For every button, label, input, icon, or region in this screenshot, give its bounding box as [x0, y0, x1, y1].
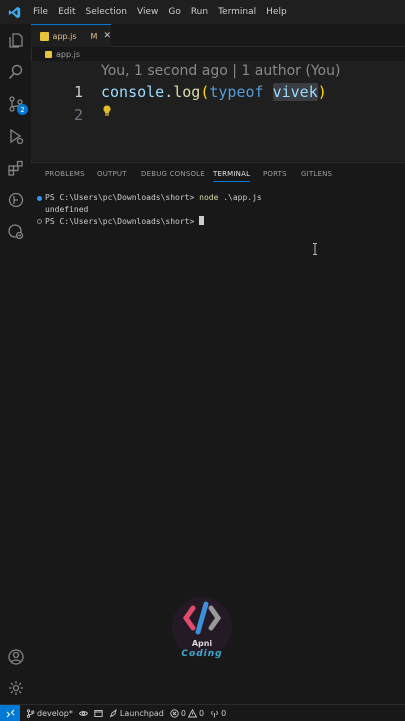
warning-count: 0 [198, 708, 205, 718]
error-count: 0 [180, 708, 186, 718]
launchpad-status[interactable]: Launchpad [109, 708, 164, 718]
terminal-cursor [199, 216, 205, 225]
launchpad-label: Launchpad [119, 708, 164, 718]
watermark-line2: Coding [181, 649, 222, 659]
ports-count: 0 [221, 708, 227, 718]
window-icon [94, 709, 103, 717]
radio-tower-icon [211, 710, 218, 717]
tab-label: app.js [52, 31, 77, 41]
code-token: ) [317, 83, 327, 101]
branch-status[interactable]: develop* [26, 709, 73, 718]
search-icon[interactable] [5, 61, 26, 82]
rocket-icon [109, 708, 117, 717]
tab-debug-console[interactable]: DEBUG CONSOLE [141, 170, 205, 178]
code-editor[interactable]: You, 1 second ago | 1 author (You) 1 2 c… [31, 61, 405, 161]
menu-selection[interactable]: Selection [81, 0, 132, 24]
code-token: log [173, 83, 201, 101]
tab-app-js[interactable]: app.js M ✕ [31, 24, 111, 47]
title-bar: File Edit Selection View Go Run Terminal… [0, 0, 405, 25]
terminal-line: PS C:\Users\pc\Downloads\short> node .\a… [45, 193, 262, 202]
menu-help[interactable]: Help [261, 0, 292, 24]
remote-indicator[interactable] [0, 705, 20, 721]
layout-status[interactable] [94, 709, 103, 718]
menu-edit[interactable]: Edit [53, 0, 80, 24]
menu-bar: File Edit Selection View Go Run Terminal… [28, 0, 292, 24]
tab-ports[interactable]: PORTS [263, 170, 287, 178]
vscode-logo-icon [0, 0, 28, 24]
apni-coding-watermark: Apni Coding [164, 596, 240, 666]
terminal-line: PS C:\Users\pc\Downloads\short> [45, 216, 205, 226]
lightbulb-icon[interactable] [102, 105, 112, 117]
sync-status[interactable] [78, 709, 88, 718]
close-icon[interactable]: ✕ [103, 31, 111, 41]
editor-tab-bar: app.js M ✕ [31, 24, 405, 47]
scm-badge: 2 [17, 104, 28, 115]
menu-go[interactable]: Go [163, 0, 185, 24]
mouse-ibeam-cursor-icon [313, 243, 317, 255]
remote-icon [6, 709, 14, 717]
command-success-dot [37, 196, 42, 201]
javascript-file-icon [45, 50, 52, 58]
terminal-prompt: PS C:\Users\pc\Downloads\short> [45, 193, 200, 202]
account-icon[interactable] [5, 646, 26, 667]
git-branch-icon [26, 708, 35, 718]
line-number: 1 [73, 83, 83, 101]
panel-tabs: PROBLEMS OUTPUT DEBUG CONSOLE TERMINAL P… [31, 170, 405, 186]
apni-coding-logo-icon: Apni Coding [172, 597, 232, 659]
breadcrumb: app.js [31, 47, 405, 61]
git-blame-annotation: You, 1 second ago | 1 author (You) [101, 63, 341, 79]
status-bar: develop* Launchpad 0 0 0 [0, 704, 405, 721]
line-number: 2 [73, 106, 83, 124]
menu-terminal[interactable]: Terminal [213, 0, 261, 24]
warning-icon [187, 708, 197, 717]
run-debug-icon[interactable] [5, 125, 26, 146]
code-token: console [101, 83, 165, 101]
tab-gitlens[interactable]: GITLENS [301, 170, 332, 178]
extensions-icon[interactable] [5, 157, 26, 178]
gitlens-icon[interactable] [5, 189, 26, 210]
terminal-prompt: PS C:\Users\pc\Downloads\short> [45, 217, 200, 226]
code-token-highlighted: vivek [272, 83, 318, 101]
tab-terminal[interactable]: TERMINAL [213, 170, 251, 182]
breadcrumb-file[interactable]: app.js [56, 50, 80, 59]
settings-gear-icon[interactable] [5, 677, 26, 698]
terminal-command: node [199, 193, 219, 202]
error-icon [170, 708, 179, 718]
tab-output[interactable]: OUTPUT [97, 170, 127, 178]
menu-run[interactable]: Run [186, 0, 213, 24]
menu-view[interactable]: View [132, 0, 163, 24]
remote-explorer-icon[interactable] [5, 221, 26, 242]
problems-status[interactable]: 0 0 [170, 708, 205, 718]
branch-name: develop* [37, 708, 73, 718]
code-token: typeof [209, 83, 264, 101]
code-token: . [164, 83, 174, 101]
modified-indicator: M [90, 31, 98, 41]
terminal-output-line: undefined [45, 205, 89, 214]
source-control-icon[interactable]: 2 [5, 93, 28, 115]
activity-bar: 2 [0, 24, 32, 704]
javascript-file-icon [40, 31, 49, 41]
watermark-line1: Apni [192, 639, 213, 648]
ports-status[interactable]: 0 [210, 709, 226, 718]
command-pending-dot [37, 219, 42, 224]
code-line[interactable]: console.log(typeof vivek) [101, 83, 327, 101]
eye-icon [78, 710, 88, 716]
tab-problems[interactable]: PROBLEMS [45, 170, 85, 178]
explorer-icon[interactable] [5, 29, 26, 50]
menu-file[interactable]: File [28, 0, 53, 24]
terminal-argument: .\app.js [218, 193, 262, 202]
